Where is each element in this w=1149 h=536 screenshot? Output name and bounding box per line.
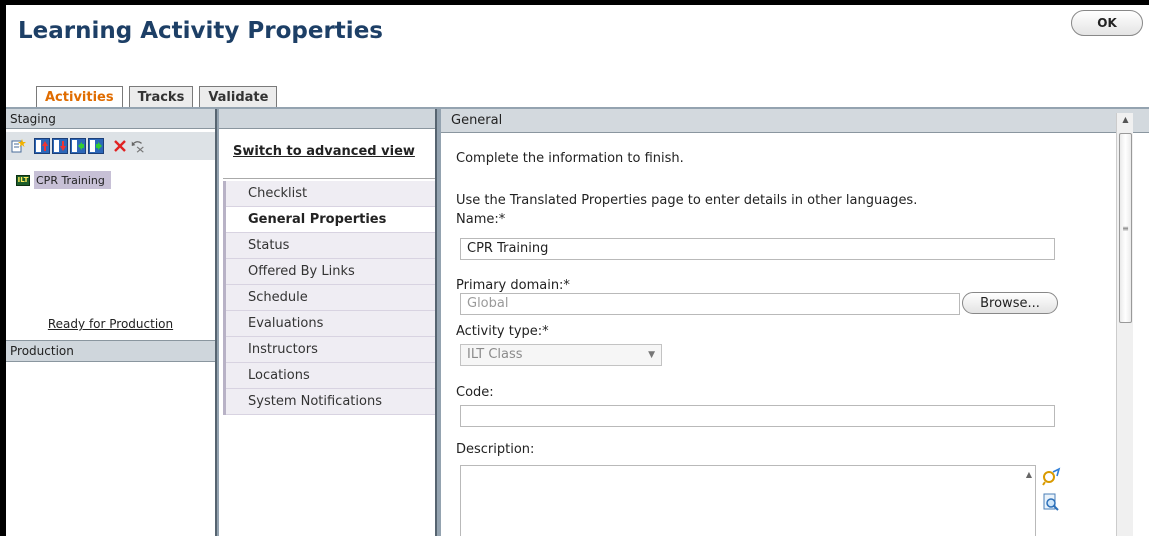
code-label: Code: (456, 385, 494, 400)
general-header: General (441, 109, 1149, 133)
staging-toolbar (6, 132, 215, 160)
move-up-icon[interactable] (34, 138, 50, 154)
staging-panel: Staging ILT CPR Training Ready for Produ… (6, 109, 217, 536)
scroll-thumb[interactable]: ≡ (1119, 133, 1132, 323)
primary-domain-input: Global (460, 293, 960, 315)
nav-item-locations[interactable]: Locations (226, 363, 435, 389)
tab-bar: Activities Tracks Validate (36, 86, 283, 108)
general-panel: General ▲ ≡ Complete the information to … (441, 109, 1149, 536)
ok-button[interactable]: OK (1071, 10, 1143, 36)
properties-nav-panel: Switch to advanced view Checklist Genera… (219, 109, 437, 536)
tab-tracks[interactable]: Tracks (128, 86, 194, 108)
description-textarea[interactable]: ▲ (460, 465, 1036, 536)
activity-type-select: ILT Class ▼ (460, 344, 662, 366)
undo-icon[interactable] (130, 138, 146, 154)
primary-domain-label: Primary domain:* (456, 278, 570, 293)
nav-item-evaluations[interactable]: Evaluations (226, 311, 435, 337)
name-label: Name:* (456, 212, 506, 227)
preview-search-icon[interactable] (1041, 492, 1061, 512)
name-input[interactable]: CPR Training (460, 238, 1055, 260)
activity-type-value: ILT Class (467, 347, 523, 362)
chevron-down-icon: ▼ (648, 350, 655, 360)
tab-validate[interactable]: Validate (199, 86, 278, 108)
window: Learning Activity Properties OK Activiti… (0, 0, 1149, 536)
production-header: Production (6, 340, 215, 362)
tree-item-label: CPR Training (36, 173, 105, 187)
page-title: Learning Activity Properties (18, 18, 383, 44)
nav-item-status[interactable]: Status (226, 233, 435, 259)
tree-item-cpr-training[interactable]: ILT CPR Training (16, 171, 111, 189)
new-activity-icon[interactable] (10, 138, 26, 154)
description-label: Description: (456, 442, 535, 457)
scroll-up-arrow-icon[interactable]: ▲ (1117, 115, 1134, 129)
move-down-icon[interactable] (52, 138, 68, 154)
delete-icon[interactable] (112, 138, 128, 154)
tab-activities[interactable]: Activities (36, 86, 123, 108)
move-left-icon[interactable] (70, 138, 86, 154)
nav-item-general-properties[interactable]: General Properties (226, 207, 435, 233)
properties-nav-list: Checklist General Properties Status Offe… (223, 181, 435, 415)
staging-header: Staging (6, 109, 215, 129)
switch-advanced-view-link[interactable]: Switch to advanced view (233, 144, 415, 159)
translated-note: Use the Translated Properties page to en… (456, 193, 918, 208)
nav-divider (223, 178, 435, 179)
activity-type-label: Activity type:* (456, 324, 549, 339)
spell-check-icon[interactable] (1041, 467, 1061, 487)
intro-text: Complete the information to finish. (456, 151, 684, 166)
nav-header (219, 109, 435, 129)
ilt-class-icon: ILT (16, 174, 30, 186)
move-right-icon[interactable] (88, 138, 104, 154)
nav-item-instructors[interactable]: Instructors (226, 337, 435, 363)
nav-item-offered-by-links[interactable]: Offered By Links (226, 259, 435, 285)
nav-item-system-notifications[interactable]: System Notifications (226, 389, 435, 415)
code-input[interactable] (460, 405, 1055, 427)
browse-button[interactable]: Browse... (962, 292, 1058, 314)
nav-item-schedule[interactable]: Schedule (226, 285, 435, 311)
window-top-border (0, 0, 1149, 5)
ready-for-production-link[interactable]: Ready for Production (6, 317, 215, 331)
general-scrollbar[interactable]: ▲ ≡ (1116, 113, 1133, 536)
nav-item-checklist[interactable]: Checklist (226, 181, 435, 207)
textarea-scroll-up-icon[interactable]: ▲ (1026, 470, 1032, 479)
